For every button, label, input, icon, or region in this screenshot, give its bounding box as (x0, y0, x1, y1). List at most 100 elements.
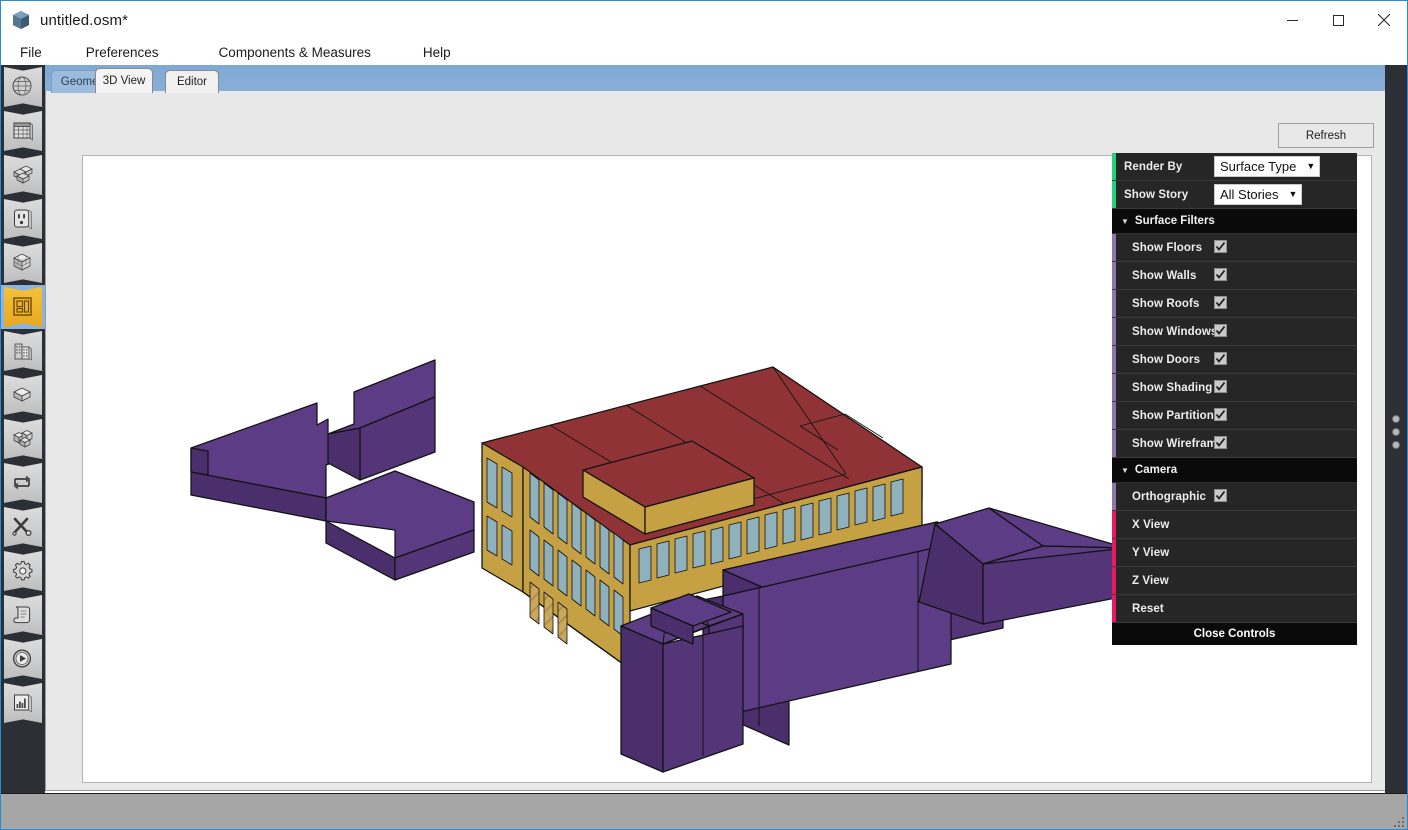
show-walls-checkbox[interactable] (1214, 268, 1227, 283)
drag-dots-icon (1392, 415, 1400, 449)
sidebar-item-facility[interactable] (1, 329, 45, 373)
camera-y-view[interactable]: Y View (1112, 539, 1357, 567)
menu-file[interactable]: File (7, 41, 55, 64)
toggle-show-doors[interactable]: Show Doors (1112, 346, 1357, 374)
show-shading-checkbox[interactable] (1214, 380, 1227, 395)
caret-down-icon: ▼ (1121, 466, 1129, 475)
menu-components-measures[interactable]: Components & Measures (206, 41, 384, 64)
constructions-icon (4, 155, 42, 195)
app-cube-icon (12, 10, 30, 30)
shading-center-pavilion (621, 594, 743, 772)
tab-strip: Geometry Editor 3D View (45, 65, 1407, 93)
reset-label: Reset (1132, 603, 1164, 615)
show-story-row: Show Story All Stories ▼ (1112, 181, 1357, 209)
application-window: untitled.osm* File Preferences Component… (0, 0, 1408, 830)
toggle-show-floors[interactable]: Show Floors (1112, 234, 1357, 262)
sidebar-item-space-types[interactable] (1, 241, 45, 285)
camera-view-accent (1112, 511, 1116, 538)
orthographic-checkbox[interactable] (1214, 489, 1227, 504)
y-view-label: Y View (1132, 547, 1169, 559)
play-run-icon (4, 639, 42, 679)
camera-title: Camera (1135, 464, 1177, 476)
menu-preferences[interactable]: Preferences (73, 41, 172, 64)
sidebar-item-results-summary[interactable] (1, 681, 45, 725)
schedules-grid-icon (4, 111, 42, 151)
camera-x-view[interactable]: X View (1112, 511, 1357, 539)
bar-chart-icon (4, 683, 42, 723)
sidebar-item-schedules[interactable] (1, 109, 45, 153)
render-by-dropdown[interactable]: Surface Type ▼ (1214, 156, 1320, 177)
view-controls-panel: Render By Surface Type ▼ Show Story All … (1112, 153, 1357, 645)
sidebar-item-hvac-systems[interactable] (1, 417, 45, 461)
show-story-label: Show Story (1124, 189, 1188, 201)
filter-accent (1112, 234, 1116, 261)
sidebar-item-loads[interactable] (1, 197, 45, 241)
caret-down-icon: ▼ (1121, 217, 1129, 226)
camera-reset[interactable]: Reset (1112, 595, 1357, 623)
close-button[interactable] (1361, 1, 1407, 39)
toggle-show-wireframe[interactable]: Show Wireframe (1112, 430, 1357, 458)
window-controls (1269, 1, 1407, 39)
sidebar-item-thermal-zones[interactable] (1, 373, 45, 417)
show-floors-label: Show Floors (1132, 242, 1202, 254)
sidebar-item-run-simulation[interactable] (1, 637, 45, 681)
facility-building-icon (4, 331, 42, 371)
show-story-dropdown[interactable]: All Stories ▼ (1214, 184, 1302, 205)
refresh-button[interactable]: Refresh (1278, 123, 1374, 148)
maximize-button[interactable] (1315, 1, 1361, 39)
sidebar-item-variables[interactable] (1, 505, 45, 549)
hvac-boxes-icon (4, 419, 42, 459)
camera-view-accent (1112, 539, 1116, 566)
chevron-down-icon: ▼ (1306, 158, 1315, 175)
minimize-button[interactable] (1269, 1, 1315, 39)
toggle-show-roofs[interactable]: Show Roofs (1112, 290, 1357, 318)
left-icon-rail (1, 65, 45, 809)
scroll-script-icon (4, 595, 42, 635)
filter-accent (1112, 430, 1116, 457)
sidebar-item-site[interactable] (1, 65, 45, 109)
resize-grip-icon[interactable] (1391, 814, 1404, 827)
render-by-value: Surface Type (1220, 158, 1296, 175)
camera-header[interactable]: ▼ Camera (1112, 458, 1357, 483)
show-partitions-checkbox[interactable] (1214, 408, 1227, 423)
show-windows-checkbox[interactable] (1214, 324, 1227, 339)
show-roofs-checkbox[interactable] (1214, 296, 1227, 311)
show-story-accent (1112, 181, 1116, 208)
sidebar-item-measures[interactable] (1, 461, 45, 505)
show-doors-checkbox[interactable] (1214, 352, 1227, 367)
tab-editor[interactable]: Editor (165, 70, 219, 93)
shading-left-purple-building (191, 360, 474, 580)
panel-resize-handle[interactable] (1385, 65, 1407, 809)
orthographic-label: Orthographic (1132, 491, 1206, 503)
content-panel: Refresh (45, 91, 1393, 791)
toggle-orthographic[interactable]: Orthographic (1112, 483, 1357, 511)
sidebar-item-ruby-script[interactable] (1, 593, 45, 637)
camera-z-view[interactable]: Z View (1112, 567, 1357, 595)
filter-accent (1112, 290, 1116, 317)
show-wireframe-checkbox[interactable] (1214, 436, 1227, 451)
x-view-label: X View (1132, 519, 1169, 531)
title-bar: untitled.osm* (1, 1, 1407, 39)
status-bar (1, 793, 1407, 829)
surface-filters-header[interactable]: ▼ Surface Filters (1112, 209, 1357, 234)
filter-accent (1112, 402, 1116, 429)
toggle-show-windows[interactable]: Show Windows (1112, 318, 1357, 346)
refresh-loop-icon (4, 463, 42, 503)
toggle-show-shading[interactable]: Show Shading (1112, 374, 1357, 402)
toggle-show-walls[interactable]: Show Walls (1112, 262, 1357, 290)
camera-accent (1112, 483, 1116, 510)
filter-accent (1112, 346, 1116, 373)
show-floors-checkbox[interactable] (1214, 240, 1227, 255)
sidebar-item-simulation[interactable] (1, 549, 45, 593)
sidebar-item-geometry[interactable] (1, 285, 45, 329)
toggle-show-partitions[interactable]: Show Partitions (1112, 402, 1357, 430)
close-controls-button[interactable]: Close Controls (1112, 623, 1357, 645)
show-partitions-label: Show Partitions (1132, 410, 1220, 422)
chevron-down-icon: ▼ (1289, 186, 1298, 203)
show-windows-label: Show Windows (1132, 326, 1217, 338)
menu-help[interactable]: Help (410, 41, 464, 64)
sidebar-item-constructions[interactable] (1, 153, 45, 197)
tab-3d-view[interactable]: 3D View (95, 68, 153, 93)
show-walls-label: Show Walls (1132, 270, 1196, 282)
camera-view-accent (1112, 567, 1116, 594)
